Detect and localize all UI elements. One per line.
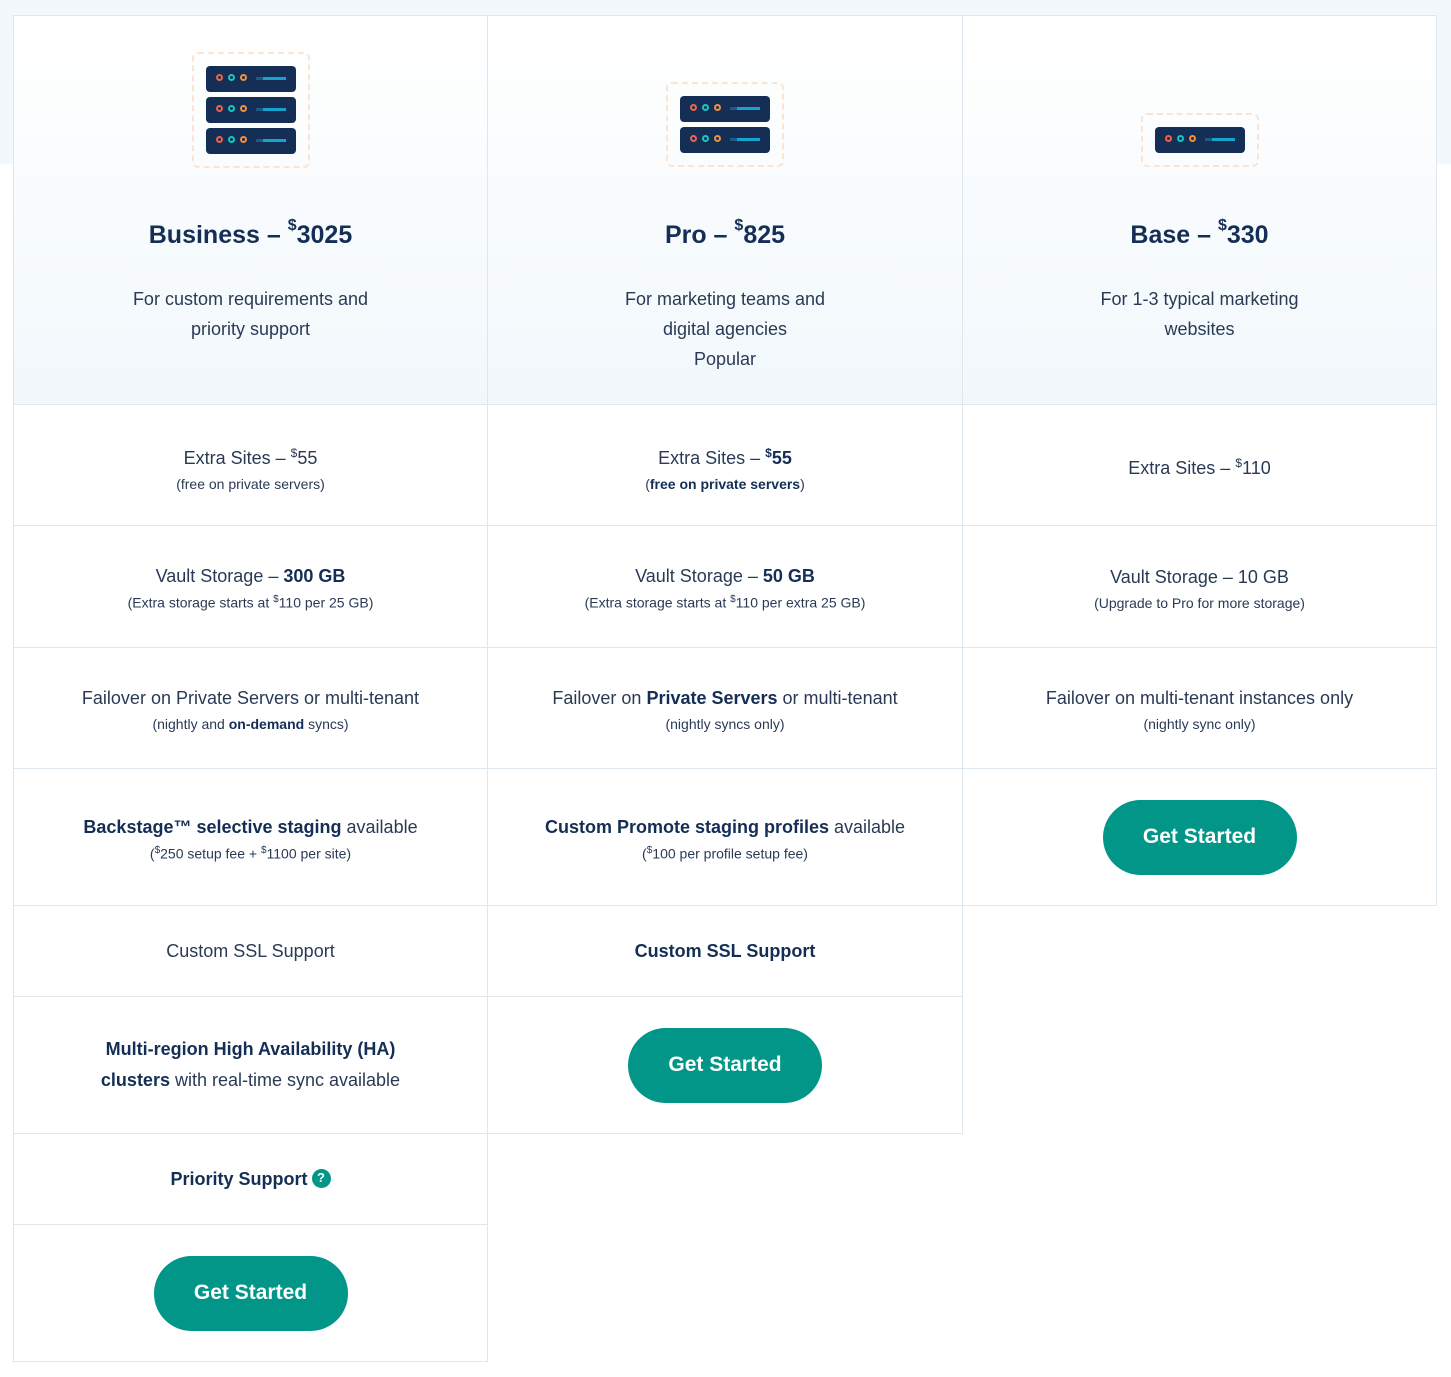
plan-description: For 1-3 typical marketing websites <box>1100 289 1299 339</box>
vault-storage-row: Vault Storage – 10 GB (Upgrade to Pro fo… <box>963 525 1436 647</box>
cta-row: Get Started <box>488 996 962 1133</box>
staging-row: Custom Promote staging profiles availabl… <box>488 768 962 905</box>
plan-business: Business – $3025 For custom requirements… <box>13 15 488 1362</box>
plan-title: Business – $3025 <box>148 217 353 249</box>
failover-row: Failover on Private Servers or multi-ten… <box>14 647 487 768</box>
plan-price: 330 <box>1226 221 1269 249</box>
question-circle-icon[interactable]: ? <box>311 1168 331 1188</box>
plan-title: Base – $330 <box>1130 217 1269 249</box>
cta-row: Get Started <box>14 1224 487 1361</box>
server-icon <box>1140 113 1259 167</box>
popular-badge: Popular <box>693 349 757 369</box>
extra-sites-row: Extra Sites – $55 (free on private serve… <box>488 404 962 525</box>
get-started-pro-button[interactable]: Get Started <box>628 1027 822 1103</box>
cta-row: Get Started <box>963 768 1436 905</box>
plan-description: For marketing teams and digital agencies P… <box>488 284 962 374</box>
server-stack-icon <box>666 82 784 167</box>
ssl-row: Custom SSL Support <box>14 905 487 996</box>
failover-row: Failover on multi-tenant instances only … <box>963 647 1436 768</box>
plan-header: Base – $330 For 1-3 typical marketing web… <box>963 16 1436 404</box>
plan-pro: Pro – $825 For marketing teams and digita… <box>487 15 963 1134</box>
failover-row: Failover on Private Servers or multi-ten… <box>488 647 962 768</box>
plan-base: Base – $330 For 1-3 typical marketing web… <box>962 15 1437 906</box>
vault-storage-row: Vault Storage – 50 GB (Extra storage sta… <box>488 525 962 647</box>
server-stack-icon <box>191 52 310 168</box>
vault-storage-row: Vault Storage – 300 GB (Extra storage st… <box>14 525 487 647</box>
get-started-base-button[interactable]: Get Started <box>1102 799 1297 875</box>
staging-row: Backstage™ selective staging available (… <box>14 768 487 905</box>
get-started-business-button[interactable]: Get Started <box>153 1255 348 1331</box>
plan-header: Pro – $825 For marketing teams and digita… <box>488 16 962 404</box>
ha-row: Multi-region High Availability (HA) clust… <box>14 996 487 1133</box>
plan-price: 825 <box>743 221 786 249</box>
priority-support-row: Priority Support? <box>14 1133 487 1224</box>
ssl-row: Custom SSL Support <box>488 905 962 996</box>
plan-description: For custom requirements and priority supp… <box>132 289 369 339</box>
plan-title: Pro – $825 <box>664 217 786 249</box>
extra-sites-row: Extra Sites – $55 (free on private serve… <box>14 404 487 525</box>
plan-header: Business – $3025 For custom requirements… <box>14 16 487 404</box>
plan-price: 3025 <box>296 221 353 249</box>
extra-sites-row: Extra Sites – $110 <box>963 404 1436 525</box>
